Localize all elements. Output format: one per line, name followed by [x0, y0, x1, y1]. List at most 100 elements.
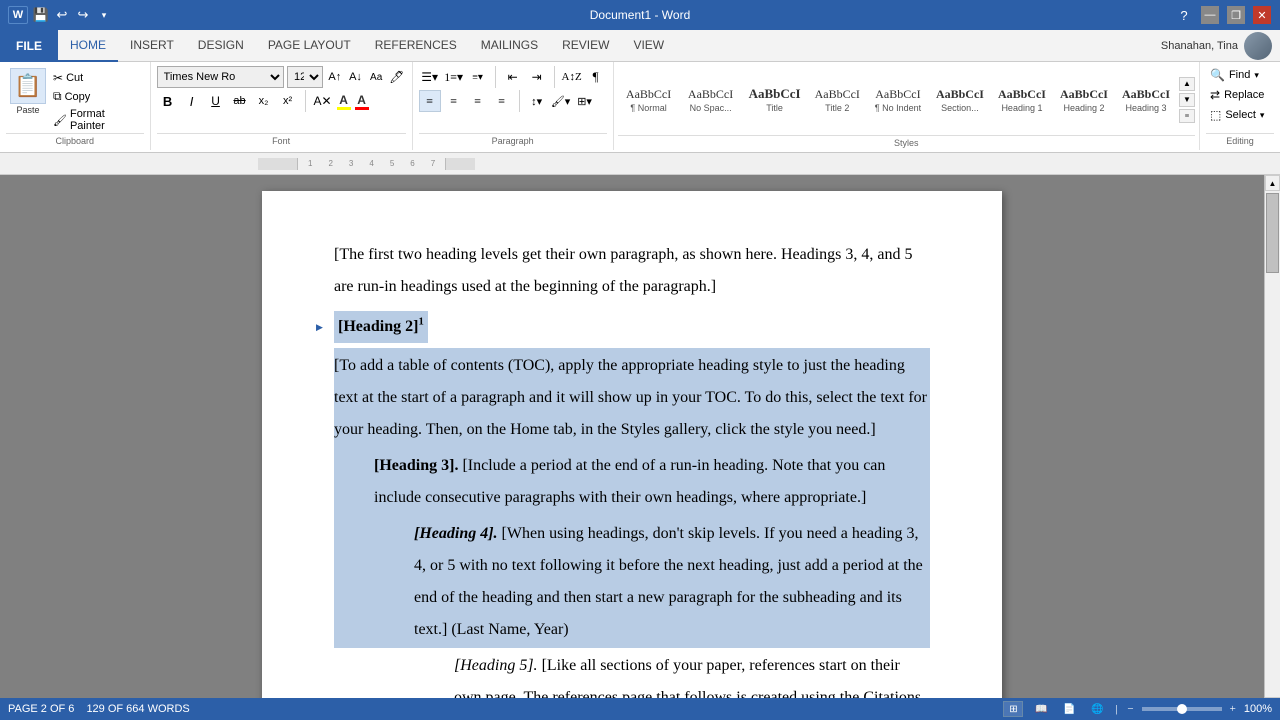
paragraph-group-label: Paragraph: [419, 133, 607, 146]
styles-scroll-down-btn[interactable]: ▼: [1179, 93, 1195, 107]
restore-btn[interactable]: ❐: [1227, 6, 1245, 24]
tab-insert[interactable]: INSERT: [118, 30, 186, 62]
citation-1: (Last Name, Year): [447, 621, 568, 638]
layout-view-btn[interactable]: ⊞: [1003, 701, 1023, 717]
decrease-indent-btn[interactable]: ⇤: [502, 66, 524, 88]
justify-btn[interactable]: ≡: [491, 90, 513, 112]
highlight-btn[interactable]: 🖊: [388, 68, 406, 86]
style-no-indent[interactable]: AaBbCcI ¶ No Indent: [867, 83, 929, 117]
close-btn[interactable]: ✕: [1253, 6, 1271, 24]
tab-page-layout[interactable]: PAGE LAYOUT: [256, 30, 363, 62]
replace-button[interactable]: ⇄ Replace: [1206, 86, 1274, 104]
bold-btn[interactable]: B: [157, 90, 179, 112]
tab-view[interactable]: VIEW: [621, 30, 676, 62]
font-size-increase-btn[interactable]: A↑: [326, 68, 344, 86]
text-color-btn[interactable]: A: [355, 93, 369, 110]
tab-mailings[interactable]: MAILINGS: [469, 30, 550, 62]
bullets-btn[interactable]: ☰▾: [419, 66, 441, 88]
scroll-up-btn[interactable]: ▲: [1265, 175, 1280, 191]
zoom-slider[interactable]: [1142, 707, 1222, 711]
zoom-out-btn[interactable]: −: [1127, 703, 1133, 715]
heading5-label: [Heading 5].: [454, 657, 538, 674]
select-button[interactable]: ⬚ Select ▾: [1206, 106, 1274, 124]
tab-design[interactable]: DESIGN: [186, 30, 256, 62]
user-info: Shanahan, Tina: [1153, 32, 1280, 60]
sort-btn[interactable]: A↕Z: [561, 66, 583, 88]
change-case-btn[interactable]: Aa: [367, 68, 385, 86]
font-name-select[interactable]: Times New Ro: [157, 66, 284, 88]
zoom-in-btn[interactable]: +: [1230, 703, 1236, 715]
borders-btn[interactable]: ⊞▾: [574, 90, 596, 112]
document-page: [The first two heading levels get their …: [262, 191, 1002, 713]
print-layout-btn[interactable]: 📄: [1059, 701, 1079, 717]
heading2-container: ▶ [Heading 2]1: [334, 311, 930, 343]
text-highlight-color-btn[interactable]: A: [337, 93, 351, 110]
v-scrollbar[interactable]: ▲ ▼: [1264, 175, 1280, 713]
style-heading1[interactable]: AaBbCcI Heading 1: [991, 83, 1053, 117]
increase-indent-btn[interactable]: ⇥: [526, 66, 548, 88]
para-sep-1: [495, 66, 496, 88]
save-quick-btn[interactable]: 💾: [32, 6, 50, 24]
title-bar-left: W 💾 ↩ ↪ ▾: [8, 6, 113, 24]
tab-file[interactable]: FILE: [0, 30, 58, 62]
read-mode-btn[interactable]: 📖: [1031, 701, 1051, 717]
underline-btn[interactable]: U: [205, 90, 227, 112]
show-hide-btn[interactable]: ¶: [585, 66, 607, 88]
undo-btn[interactable]: ↩: [53, 6, 71, 24]
align-center-btn[interactable]: ≡: [443, 90, 465, 112]
find-button[interactable]: 🔍 Find ▾: [1206, 66, 1274, 84]
toc-block: [To add a table of contents (TOC), apply…: [334, 348, 930, 448]
multilevel-list-btn[interactable]: ≡▾: [467, 66, 489, 88]
ribbon: 📋 Paste ✂ Cut ⧉ Copy 🖌 Format Painter: [0, 62, 1280, 153]
heading4-label: [Heading 4].: [414, 525, 498, 542]
style-normal[interactable]: AaBbCcI ¶ Normal: [618, 83, 680, 117]
format-painter-button[interactable]: 🖌 Format Painter: [50, 107, 144, 133]
styles-expand-btn[interactable]: ≡: [1179, 109, 1195, 123]
font-size-select[interactable]: 12: [287, 66, 323, 88]
line-spacing-btn[interactable]: ↕▾: [526, 90, 548, 112]
cut-button[interactable]: ✂ Cut: [50, 70, 144, 86]
italic-btn[interactable]: I: [181, 90, 203, 112]
web-view-btn[interactable]: 🌐: [1087, 701, 1107, 717]
copy-button[interactable]: ⧉ Copy: [50, 88, 144, 105]
page-indicator: PAGE 2 OF 6: [8, 703, 74, 715]
clear-format-btn[interactable]: A✕: [312, 90, 334, 112]
align-right-btn[interactable]: ≡: [467, 90, 489, 112]
help-btn[interactable]: ?: [1174, 5, 1194, 25]
ruler: 1 2 3 4 5 6 7: [0, 153, 1280, 175]
window-title: Document1 - Word: [590, 8, 690, 22]
user-name: Shanahan, Tina: [1161, 40, 1238, 52]
paste-button[interactable]: 📋 Paste: [6, 66, 50, 117]
subscript-btn[interactable]: x₂: [253, 90, 275, 112]
style-title[interactable]: AaBbCcI Title: [742, 82, 808, 117]
numbering-btn[interactable]: 1≡▾: [443, 66, 465, 88]
title-bar-right: ? — ❐ ✕: [1174, 5, 1272, 25]
scroll-thumb[interactable]: [1266, 193, 1279, 273]
style-section[interactable]: AaBbCcI Section...: [929, 83, 991, 117]
minimize-btn[interactable]: —: [1201, 6, 1219, 24]
ribbon-sep-1: [305, 90, 306, 112]
redo-btn[interactable]: ↪: [74, 6, 92, 24]
font-size-decrease-btn[interactable]: A↓: [347, 68, 365, 86]
style-heading2[interactable]: AaBbCcI Heading 2: [1053, 83, 1115, 117]
superscript-btn[interactable]: x²: [277, 90, 299, 112]
style-title2[interactable]: AaBbCcI Title 2: [808, 83, 867, 117]
style-heading3[interactable]: AaBbCcI Heading 3: [1115, 83, 1177, 117]
heading2-text: [Heading 2]1: [334, 311, 428, 343]
para-sep-2: [554, 66, 555, 88]
tab-review[interactable]: REVIEW: [550, 30, 621, 62]
strikethrough-btn[interactable]: ab: [229, 90, 251, 112]
align-left-btn[interactable]: ≡: [419, 90, 441, 112]
document-area: [The first two heading levels get their …: [0, 175, 1280, 713]
style-no-spacing[interactable]: AaBbCcI No Spac...: [680, 83, 742, 117]
shading-btn[interactable]: 🖌▾: [550, 90, 572, 112]
quick-access-more-btn[interactable]: ▾: [95, 6, 113, 24]
word-icon: W: [8, 6, 28, 24]
tab-home[interactable]: HOME: [58, 30, 118, 62]
user-avatar: [1244, 32, 1272, 60]
styles-scroll-up-btn[interactable]: ▲: [1179, 77, 1195, 91]
tab-references[interactable]: REFERENCES: [363, 30, 469, 62]
collapse-arrow[interactable]: ▶: [316, 318, 323, 336]
styles-group: AaBbCcI ¶ Normal AaBbCcI No Spac... AaBb…: [614, 62, 1200, 150]
title-bar: W 💾 ↩ ↪ ▾ Document1 - Word ? — ❐ ✕: [0, 0, 1280, 30]
